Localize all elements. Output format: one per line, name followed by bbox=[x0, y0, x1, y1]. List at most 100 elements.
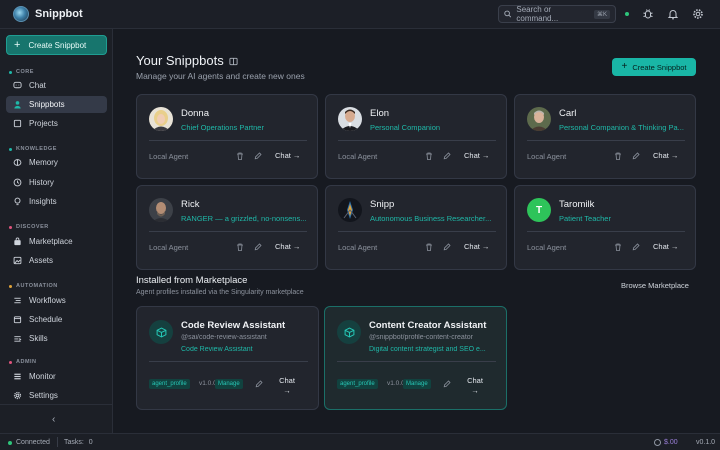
avatar bbox=[527, 107, 551, 131]
snippbot-card-rick[interactable]: Rick RANGER — a grizzled, no-nonsens... … bbox=[136, 185, 318, 270]
collapse-sidebar-button[interactable]: ‹ bbox=[52, 414, 55, 425]
search-input[interactable]: Search or command... ⌘K bbox=[498, 5, 616, 23]
arrow-right-icon: → bbox=[471, 386, 479, 395]
image-icon bbox=[13, 256, 22, 265]
bot-role: RANGER — a grizzled, no-nonsens... bbox=[181, 214, 307, 223]
edit-icon[interactable] bbox=[443, 380, 451, 388]
edit-icon[interactable] bbox=[255, 380, 263, 388]
snippbot-card-snipp[interactable]: Snipp Autonomous Business Researcher... … bbox=[325, 185, 507, 270]
sidebar-item-memory[interactable]: Memory bbox=[6, 154, 107, 171]
snippbot-card-taromilk[interactable]: T Taromilk Patient Teacher Local Agent C… bbox=[514, 185, 696, 270]
app-name: Snippbot bbox=[35, 8, 83, 20]
sidebar-item-chat[interactable]: Chat bbox=[6, 77, 107, 94]
lightbulb-icon bbox=[14, 197, 21, 206]
sidebar-item-assets[interactable]: Assets bbox=[6, 252, 107, 269]
snippbot-card-carl[interactable]: Carl Personal Companion & Thinking Pa...… bbox=[514, 94, 696, 179]
trash-icon[interactable] bbox=[614, 152, 622, 160]
trash-icon[interactable] bbox=[425, 243, 433, 251]
chat-button[interactable]: Chat → bbox=[464, 242, 489, 251]
sidebar-item-label: History bbox=[29, 178, 54, 187]
sidebar-item-snippbots[interactable]: Snippbots bbox=[6, 96, 107, 113]
divider bbox=[149, 231, 307, 232]
session-cost: $.00 bbox=[664, 439, 678, 446]
chat-button[interactable]: Chat → bbox=[653, 242, 678, 251]
avatar: T bbox=[527, 198, 551, 222]
edit-icon[interactable] bbox=[443, 152, 451, 160]
sidebar-create-snippbot-button[interactable]: + Create Snippbot bbox=[6, 35, 107, 55]
app-logo-icon bbox=[13, 6, 29, 22]
sidebar-item-workflows[interactable]: Workflows bbox=[6, 292, 107, 309]
sidebar-item-label: Marketplace bbox=[29, 237, 73, 246]
connection-status-dot bbox=[625, 12, 629, 16]
avatar bbox=[338, 107, 362, 131]
plus-icon: + bbox=[621, 61, 628, 72]
snippbot-card-elon[interactable]: Elon Personal Companion Local Agent Chat… bbox=[325, 94, 507, 179]
edit-icon[interactable] bbox=[632, 243, 640, 251]
marketplace-card-code-review[interactable]: Code Review Assistant @sai/code-review-a… bbox=[136, 306, 319, 410]
page-subtitle: Manage your AI agents and create new one… bbox=[136, 71, 305, 81]
trash-icon[interactable] bbox=[236, 152, 244, 160]
marketplace-card-content-creator[interactable]: Content Creator Assistant @snippbot/prof… bbox=[324, 306, 507, 410]
trash-icon[interactable] bbox=[614, 243, 622, 251]
bot-name: Carl bbox=[559, 108, 577, 119]
marketplace-title: Installed from Marketplace bbox=[136, 275, 248, 286]
app-version: v0.1.0 bbox=[696, 439, 716, 446]
avatar-initial: T bbox=[535, 204, 543, 216]
bot-role: Patient Teacher bbox=[559, 214, 611, 223]
sidebar-item-schedule[interactable]: Schedule bbox=[6, 311, 107, 328]
snippbot-card-donna[interactable]: Donna Chief Operations Partner Local Age… bbox=[136, 94, 318, 179]
divider bbox=[527, 140, 685, 141]
manage-button[interactable]: Manage bbox=[403, 379, 431, 389]
sidebar-item-marketplace[interactable]: Marketplace bbox=[6, 233, 107, 250]
top-bar: Snippbot Search or command... ⌘K bbox=[0, 0, 720, 29]
bot-name: Elon bbox=[370, 108, 390, 119]
bot-name: Snipp bbox=[370, 199, 395, 210]
sidebar-item-insights[interactable]: Insights bbox=[6, 193, 107, 210]
sidebar-item-label: Snippbots bbox=[29, 100, 65, 109]
trash-icon[interactable] bbox=[236, 243, 244, 251]
section-knowledge: KNOWLEDGE bbox=[9, 146, 57, 152]
create-button-label: Create Snippbot bbox=[632, 62, 687, 72]
search-shortcut: ⌘K bbox=[593, 9, 610, 19]
bug-icon[interactable] bbox=[642, 8, 654, 20]
sidebar-item-label: Schedule bbox=[29, 315, 63, 324]
chat-button[interactable]: Chat → bbox=[464, 151, 489, 160]
gear-icon[interactable] bbox=[692, 8, 704, 20]
calendar-icon bbox=[13, 316, 22, 324]
book-icon[interactable] bbox=[229, 57, 238, 66]
bell-icon[interactable] bbox=[667, 8, 679, 20]
clock-icon bbox=[13, 178, 22, 187]
edit-icon[interactable] bbox=[443, 243, 451, 251]
divider bbox=[337, 361, 496, 362]
chat-button[interactable]: Chat → bbox=[653, 151, 678, 160]
trash-icon[interactable] bbox=[425, 152, 433, 160]
bot-type: Local Agent bbox=[527, 152, 567, 161]
chat-label: Chat bbox=[467, 376, 483, 385]
edit-icon[interactable] bbox=[254, 152, 262, 160]
sidebar-item-label: Settings bbox=[29, 391, 58, 400]
chat-button[interactable]: Chat → bbox=[467, 376, 483, 396]
chat-button[interactable]: Chat → bbox=[275, 242, 300, 251]
manage-button[interactable]: Manage bbox=[215, 379, 243, 389]
user-icon bbox=[14, 101, 21, 109]
chat-button[interactable]: Chat → bbox=[275, 151, 300, 160]
bot-role: Autonomous Business Researcher... bbox=[370, 214, 492, 223]
bot-role: Chief Operations Partner bbox=[181, 123, 264, 132]
chat-button[interactable]: Chat → bbox=[279, 376, 295, 396]
profile-handle: @snippbot/profile-content-creator bbox=[369, 334, 473, 341]
edit-icon[interactable] bbox=[632, 152, 640, 160]
profile-handle: @sai/code-review-assistant bbox=[181, 334, 267, 341]
search-icon bbox=[504, 10, 512, 18]
sidebar-item-monitor[interactable]: Monitor bbox=[6, 368, 107, 385]
sidebar-item-skills[interactable]: Skills bbox=[6, 330, 107, 347]
tasks-count: 0 bbox=[88, 439, 93, 446]
create-snippbot-button[interactable]: + Create Snippbot bbox=[612, 58, 696, 76]
page-title: Your Snippbots bbox=[136, 53, 224, 68]
sidebar-item-projects[interactable]: Projects bbox=[6, 115, 107, 132]
sidebar-item-settings[interactable]: Settings bbox=[6, 387, 107, 404]
bot-type: Local Agent bbox=[338, 152, 378, 161]
tasks-label: Tasks: bbox=[64, 439, 84, 446]
browse-marketplace-link[interactable]: Browse Marketplace bbox=[621, 281, 689, 290]
sidebar-item-history[interactable]: History bbox=[6, 174, 107, 191]
edit-icon[interactable] bbox=[254, 243, 262, 251]
